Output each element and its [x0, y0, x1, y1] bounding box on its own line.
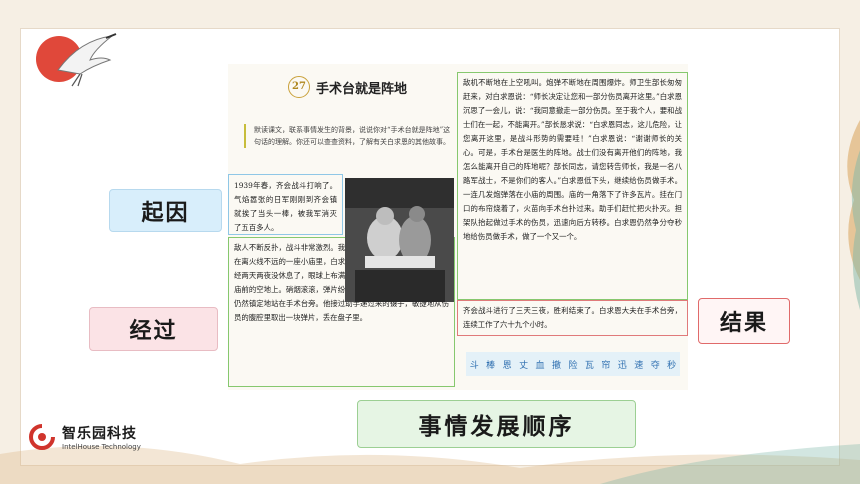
char-item: 斗 [469, 360, 479, 371]
cause-text-box: 1939年春，齐会战斗打响了。气焰嚣张的日军刚刚到齐会镇就挨了当头一棒，被我军消… [228, 174, 343, 235]
brand-name: 智乐园科技 [62, 426, 137, 442]
char-item: 瓦 [584, 360, 594, 371]
brand-english: IntelHouse Technology [62, 443, 141, 451]
char-item: 恩 [502, 360, 512, 371]
char-item: 血 [535, 360, 545, 371]
result-label[interactable]: 结果 [698, 298, 790, 344]
char-item: 帘 [601, 360, 611, 371]
char-item: 撤 [551, 360, 561, 371]
char-item: 险 [568, 360, 578, 371]
new-characters-strip: 斗 棒 恩 丈 血 撤 险 瓦 帘 迅 速 夺 秒 [466, 352, 680, 376]
result-text-box: 齐会战斗进行了三天三夜，胜利结束了。白求恩大夫在手术台旁，连续工作了六十九个小时… [457, 300, 688, 336]
surgery-scene-icon [345, 178, 454, 302]
event-order-label[interactable]: 事情发展顺序 [357, 400, 636, 448]
crane-icon [57, 33, 117, 87]
cause-label[interactable]: 起因 [109, 189, 222, 232]
char-item: 丈 [519, 360, 529, 371]
lesson-number-badge: 27 [288, 76, 310, 98]
cause-paragraph: 1939年春，齐会战斗打响了。气焰嚣张的日军刚刚到齐会镇就挨了当头一棒，被我军消… [234, 181, 337, 232]
char-item: 秒 [667, 360, 677, 371]
process-right-paragraph: 敌机不断地在上空吼叫。炮弹不断地在周围爆炸。师卫生部长匆匆赶来，对白求恩说：“师… [463, 78, 682, 241]
char-item: 速 [634, 360, 644, 371]
lesson-title-text: 手术台就是阵地 [316, 81, 408, 97]
char-item: 棒 [486, 360, 496, 371]
decorative-wave-icon [847, 120, 860, 320]
char-item: 迅 [617, 360, 627, 371]
brand-logo: 智乐园科技 IntelHouse Technology [28, 423, 141, 451]
brand-logo-icon [29, 424, 55, 450]
lesson-title: 27 手术台就是阵地 [288, 76, 407, 98]
slide: 27 手术台就是阵地 默读课文，联系事情发生的背景，说说你对“手术台就是阵地”这… [0, 0, 860, 484]
result-paragraph: 齐会战斗进行了三天三夜，胜利结束了。白求恩大夫在手术台旁，连续工作了六十九个小时… [463, 306, 682, 329]
process-label[interactable]: 经过 [89, 307, 218, 351]
process-right-text-box: 敌机不断地在上空吼叫。炮弹不断地在周围爆炸。师卫生部长匆匆赶来，对白求恩说：“师… [457, 72, 688, 300]
historical-photo [345, 178, 454, 302]
lesson-intro: 默读课文，联系事情发生的背景，说说你对“手术台就是阵地”这句话的理解。你还可以查… [244, 124, 454, 148]
char-item: 夺 [650, 360, 660, 371]
